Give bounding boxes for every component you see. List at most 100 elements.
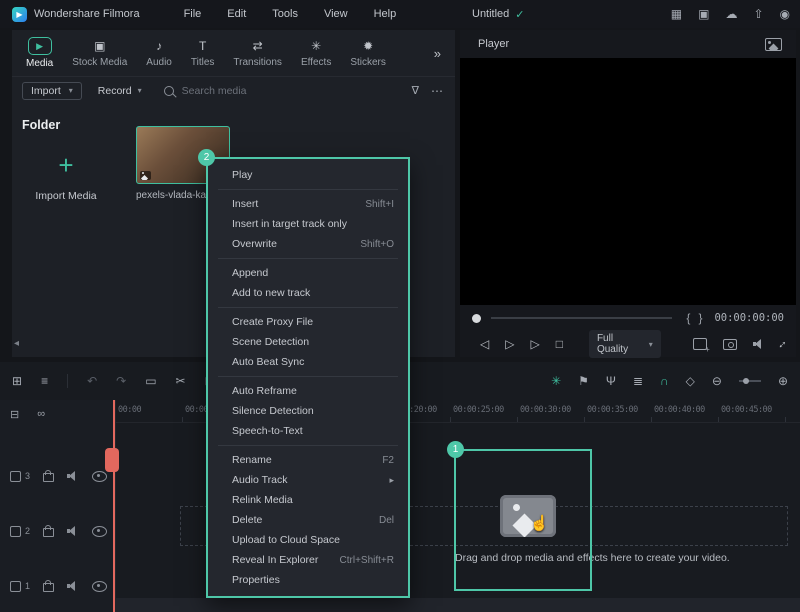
ruler-label: 00:00:40:00 bbox=[654, 405, 705, 415]
playhead-grip[interactable] bbox=[105, 448, 119, 472]
menu-item-auto-reframe[interactable]: Auto Reframe bbox=[208, 381, 408, 401]
tab-stock-media[interactable]: ▣ Stock Media bbox=[72, 38, 127, 68]
scrubber-handle[interactable] bbox=[472, 314, 481, 323]
manage-tracks-icon[interactable]: ⊟ bbox=[10, 408, 19, 421]
menu-item-create-proxy-file[interactable]: Create Proxy File bbox=[208, 312, 408, 332]
snapshot-icon[interactable] bbox=[723, 339, 737, 350]
mute-icon[interactable] bbox=[67, 526, 79, 536]
record-button[interactable]: Record ▾ bbox=[94, 83, 146, 99]
menu-separator bbox=[218, 445, 398, 446]
snap-magnet-icon[interactable]: ∩ bbox=[660, 374, 669, 388]
cloud-icon[interactable]: ☁ bbox=[725, 7, 737, 21]
visibility-eye-icon[interactable] bbox=[92, 471, 107, 482]
menu-help[interactable]: Help bbox=[374, 8, 397, 20]
visibility-eye-icon[interactable] bbox=[92, 581, 107, 592]
lock-icon[interactable] bbox=[43, 528, 54, 537]
import-button[interactable]: Import ▾ bbox=[22, 82, 82, 100]
more-tabs-chevron-icon[interactable]: » bbox=[434, 46, 441, 61]
project-name[interactable]: Untitled ✓ bbox=[472, 0, 525, 28]
menu-item-add-to-new-track[interactable]: Add to new track bbox=[208, 283, 408, 303]
quality-dropdown[interactable]: Full Quality ▾ bbox=[589, 330, 661, 358]
fullscreen-icon[interactable]: ↕ bbox=[776, 337, 790, 351]
zoom-out-icon[interactable]: ⊖ bbox=[712, 374, 722, 388]
marker-icon[interactable]: ⚑ bbox=[578, 374, 589, 388]
zoom-in-icon[interactable]: ⊕ bbox=[778, 374, 788, 388]
media-view-grid-icon[interactable]: ⊞ bbox=[12, 374, 22, 388]
menu-view[interactable]: View bbox=[324, 8, 348, 20]
mute-icon[interactable] bbox=[67, 581, 79, 591]
menu-item-relink-media[interactable]: Relink Media bbox=[208, 490, 408, 510]
collapse-panel-icon[interactable]: ◂ bbox=[14, 338, 19, 349]
menu-item-upload-to-cloud[interactable]: Upload to Cloud Space bbox=[208, 530, 408, 550]
menu-item-properties[interactable]: Properties bbox=[208, 570, 408, 590]
video-preview[interactable] bbox=[460, 58, 796, 305]
playhead-line[interactable] bbox=[113, 400, 115, 612]
media-tab-bar: ▶ Media ▣ Stock Media ♪ Audio T Titles ⇄… bbox=[12, 30, 455, 77]
menu-item-insert-target-track[interactable]: Insert in target track only bbox=[208, 214, 408, 234]
menu-item-rename[interactable]: RenameF2 bbox=[208, 450, 408, 470]
menu-item-label: Add to new track bbox=[232, 287, 310, 299]
menu-tools[interactable]: Tools bbox=[272, 8, 298, 20]
tab-titles[interactable]: T Titles bbox=[191, 38, 215, 68]
search-input[interactable]: Search media bbox=[164, 85, 400, 97]
menu-item-delete[interactable]: DeleteDel bbox=[208, 510, 408, 530]
redo-icon[interactable]: ↷ bbox=[116, 374, 126, 388]
mark-in-button[interactable]: { bbox=[682, 311, 694, 325]
tab-stickers[interactable]: ✹ Stickers bbox=[350, 38, 386, 68]
transitions-tab-icon: ⇄ bbox=[253, 38, 263, 54]
audio-mixer-icon[interactable]: ≣ bbox=[633, 374, 643, 388]
next-frame-button[interactable]: ▷ bbox=[530, 337, 539, 351]
preview-mode-icon[interactable] bbox=[765, 38, 782, 51]
clip-context-menu: Play InsertShift+I Insert in target trac… bbox=[206, 157, 410, 598]
menu-item-append[interactable]: Append bbox=[208, 263, 408, 283]
voiceover-mic-icon[interactable]: Ψ bbox=[606, 374, 616, 388]
menu-edit[interactable]: Edit bbox=[227, 8, 246, 20]
scrubber-track[interactable] bbox=[491, 317, 672, 319]
import-media-tile[interactable]: + Import Media bbox=[26, 152, 106, 202]
delete-icon[interactable]: ▭ bbox=[145, 374, 156, 388]
menu-item-silence-detection[interactable]: Silence Detection bbox=[208, 401, 408, 421]
keyframe-icon[interactable]: ◇ bbox=[686, 374, 695, 388]
second-monitor-icon[interactable] bbox=[693, 338, 707, 350]
import-media-label: Import Media bbox=[26, 190, 106, 202]
render-preview-icon[interactable]: ✳ bbox=[551, 374, 561, 388]
menu-item-insert[interactable]: InsertShift+I bbox=[208, 194, 408, 214]
play-button[interactable]: ▷ bbox=[505, 337, 514, 351]
link-clips-icon[interactable]: ∞ bbox=[37, 408, 45, 421]
tab-media[interactable]: ▶ Media bbox=[26, 37, 53, 69]
menu-item-speech-to-text[interactable]: Speech-to-Text bbox=[208, 421, 408, 441]
visibility-eye-icon[interactable] bbox=[92, 526, 107, 537]
menu-item-play[interactable]: Play bbox=[208, 165, 408, 185]
stop-button[interactable]: □ bbox=[556, 337, 563, 351]
export-icon[interactable]: ⇧ bbox=[753, 7, 763, 21]
mute-icon[interactable] bbox=[67, 471, 79, 481]
layout-icon[interactable]: ▦ bbox=[671, 7, 682, 21]
lock-icon[interactable] bbox=[43, 583, 54, 592]
menu-item-audio-track[interactable]: Audio Track▸ bbox=[208, 470, 408, 490]
timeline-zoom-slider[interactable] bbox=[739, 380, 761, 382]
save-icon[interactable]: ▣ bbox=[698, 7, 709, 21]
tab-audio[interactable]: ♪ Audio bbox=[146, 38, 172, 68]
split-scissors-icon[interactable]: ✂ bbox=[176, 374, 186, 388]
mark-out-button[interactable]: } bbox=[694, 311, 706, 325]
track-number: 1 bbox=[25, 581, 30, 591]
menu-file[interactable]: File bbox=[184, 8, 202, 20]
menu-item-scene-detection[interactable]: Scene Detection bbox=[208, 332, 408, 352]
filter-icon[interactable]: ∇ bbox=[412, 84, 419, 97]
more-options-icon[interactable]: ⋯ bbox=[431, 84, 443, 98]
tab-transitions[interactable]: ⇄ Transitions bbox=[233, 38, 282, 68]
menu-item-overwrite[interactable]: OverwriteShift+O bbox=[208, 234, 408, 254]
menu-item-auto-beat-sync[interactable]: Auto Beat Sync bbox=[208, 352, 408, 372]
menu-item-reveal-in-explorer[interactable]: Reveal In ExplorerCtrl+Shift+R bbox=[208, 550, 408, 570]
tab-effects[interactable]: ✳ Effects bbox=[301, 38, 331, 68]
volume-icon[interactable] bbox=[753, 339, 764, 349]
filmora-app-window: ▶ Wondershare Filmora File Edit Tools Vi… bbox=[0, 0, 800, 612]
toolbar-divider bbox=[67, 374, 68, 388]
previous-frame-button[interactable]: ◁ bbox=[480, 337, 489, 351]
list-view-icon[interactable]: ≡ bbox=[41, 374, 48, 388]
stock-media-tab-label: Stock Media bbox=[72, 57, 127, 68]
filmora-logo-icon: ▶ bbox=[12, 7, 27, 22]
user-icon[interactable]: ◉ bbox=[780, 7, 790, 21]
undo-icon[interactable]: ↶ bbox=[87, 374, 97, 388]
lock-icon[interactable] bbox=[43, 473, 54, 482]
